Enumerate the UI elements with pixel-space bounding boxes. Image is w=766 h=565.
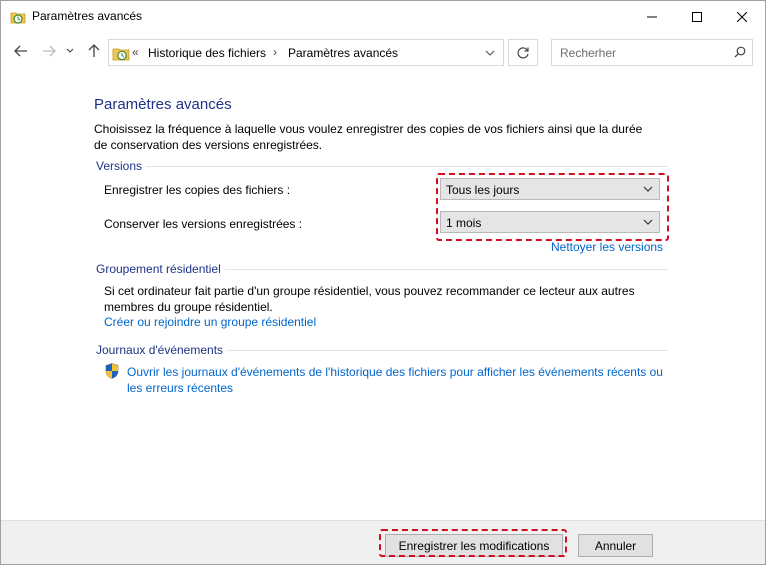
uac-shield-icon xyxy=(105,363,119,382)
search-box[interactable] xyxy=(551,39,753,66)
versions-heading: Versions xyxy=(96,159,147,173)
intro-text: Choisissez la fréquence à laquelle vous … xyxy=(94,122,643,152)
versions-divider xyxy=(96,166,668,167)
address-history-dropdown[interactable] xyxy=(477,40,503,65)
close-icon xyxy=(737,11,747,22)
refresh-button[interactable] xyxy=(508,39,538,66)
address-bar[interactable]: « Historique des fichiers › Paramètres a… xyxy=(108,39,504,66)
breadcrumb-advanced-settings[interactable]: Paramètres avancés xyxy=(288,46,398,60)
recent-locations-button[interactable] xyxy=(64,42,76,60)
forward-arrow-icon xyxy=(43,45,56,57)
maximize-icon xyxy=(692,11,702,22)
cancel-button[interactable]: Annuler xyxy=(578,534,653,557)
overflow-chevron[interactable]: « xyxy=(132,45,139,59)
cleanup-versions-link[interactable]: Nettoyer les versions xyxy=(551,239,663,255)
back-arrow-icon xyxy=(14,45,27,57)
window: Paramètres avancés « Historique des fich… xyxy=(0,0,766,565)
close-button[interactable] xyxy=(719,1,765,32)
eventlogs-heading: Journaux d'événements xyxy=(96,343,228,357)
refresh-icon xyxy=(517,46,529,58)
window-title: Paramètres avancés xyxy=(32,9,143,23)
search-input[interactable] xyxy=(552,40,738,65)
dialog-footer: Enregistrer les modifications Annuler xyxy=(1,520,765,564)
back-button[interactable] xyxy=(12,42,30,60)
open-event-logs-link[interactable]: Ouvrir les journaux d'événements de l'hi… xyxy=(127,364,667,396)
file-history-icon xyxy=(10,9,26,25)
keep-versions-label: Conserver les versions enregistrées : xyxy=(104,217,303,231)
breadcrumb-separator[interactable]: › xyxy=(273,45,277,59)
versions-highlight-box xyxy=(436,173,669,241)
forward-button[interactable] xyxy=(40,42,58,60)
save-copies-label: Enregistrer les copies des fichiers : xyxy=(104,183,291,197)
homegroup-link[interactable]: Créer ou rejoindre un groupe résidentiel xyxy=(104,314,316,330)
chevron-down-icon xyxy=(66,48,74,53)
up-button[interactable] xyxy=(85,42,103,60)
maximize-button[interactable] xyxy=(674,1,720,32)
main-content: Paramètres avancés Choisissez la fréquen… xyxy=(1,72,765,520)
file-history-location-icon xyxy=(112,44,130,62)
page-title: Paramètres avancés xyxy=(94,96,232,113)
up-arrow-icon xyxy=(88,44,100,57)
minimize-button[interactable] xyxy=(629,1,675,32)
navigation-bar: « Historique des fichiers › Paramètres a… xyxy=(1,32,765,72)
minimize-icon xyxy=(647,16,657,17)
breadcrumb-file-history[interactable]: Historique des fichiers xyxy=(148,46,266,60)
title-bar: Paramètres avancés xyxy=(1,1,765,32)
chevron-down-icon xyxy=(485,50,495,56)
search-icon[interactable] xyxy=(734,46,746,58)
homegroup-heading: Groupement résidentiel xyxy=(96,262,225,276)
save-highlight-box xyxy=(379,529,567,557)
homegroup-text: Si cet ordinateur fait partie d'un group… xyxy=(104,284,635,314)
